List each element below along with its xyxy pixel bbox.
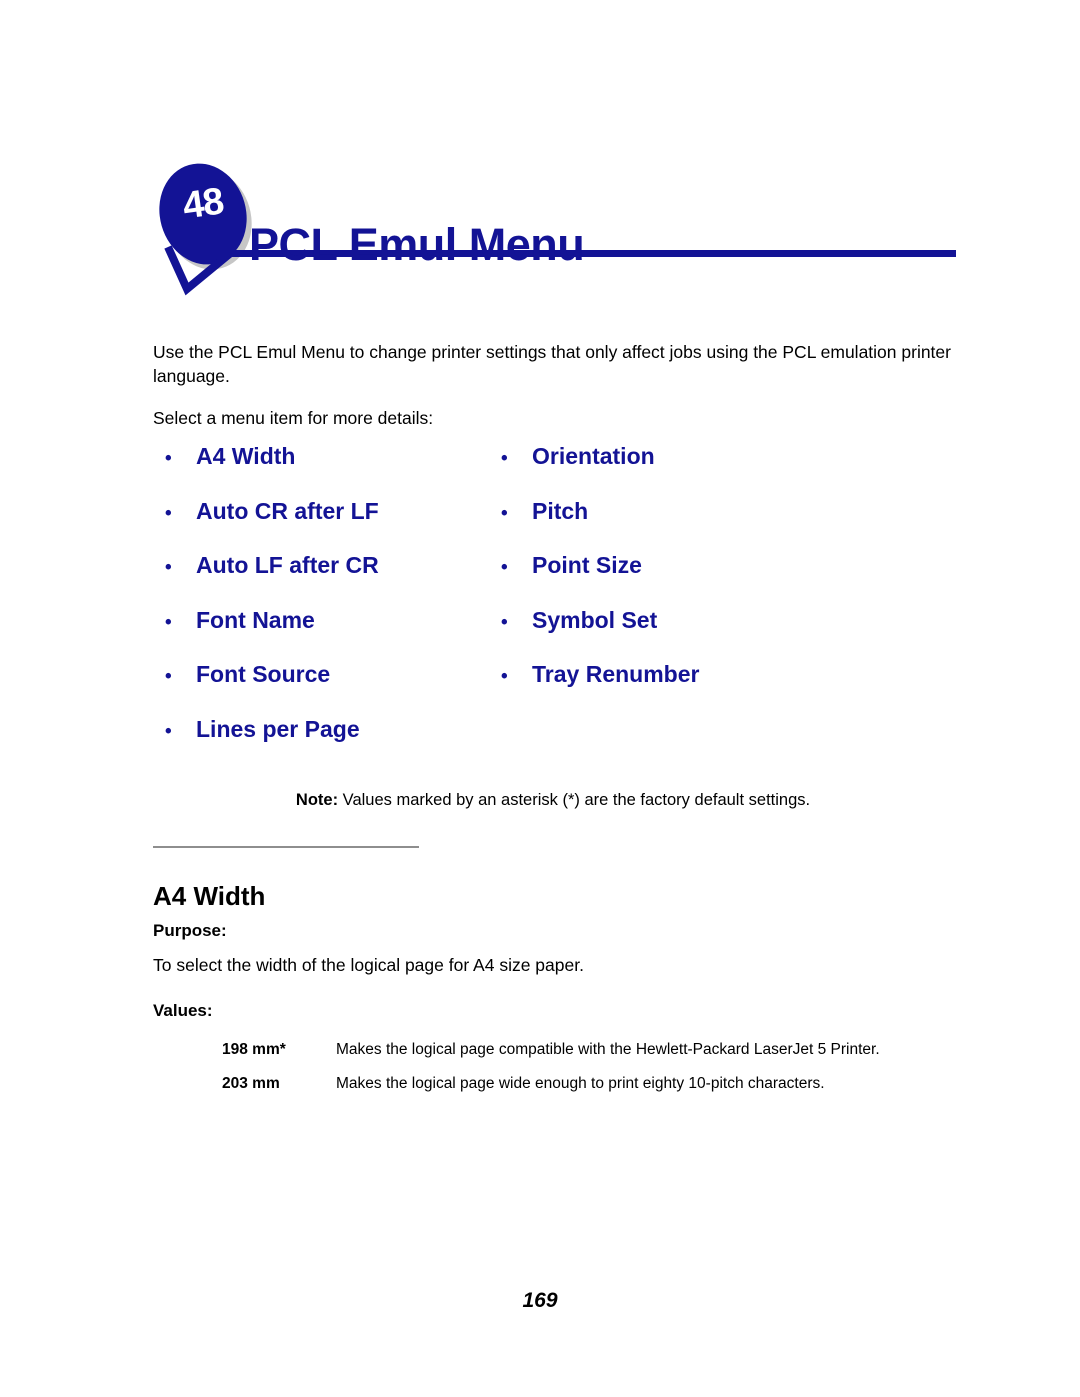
chapter-header-banner: 48 PCL Emul Menu xyxy=(0,0,1080,320)
value-description: Makes the logical page compatible with t… xyxy=(336,1041,880,1058)
menu-link-orientation[interactable]: • Orientation xyxy=(501,443,901,498)
bullet-icon: • xyxy=(165,666,172,688)
menu-link-lines-per-page[interactable]: • Lines per Page xyxy=(165,716,505,771)
menu-link-label: Auto LF after CR xyxy=(196,552,379,579)
header-decoration-graphic xyxy=(159,163,956,296)
menu-link-label: Pitch xyxy=(532,497,589,524)
value-name: 203 mm xyxy=(222,1075,280,1092)
page-number: 169 xyxy=(522,1289,558,1312)
bullet-icon: • xyxy=(501,557,508,579)
bullet-icon: • xyxy=(165,502,172,524)
value-description: Makes the logical page wide enough to pr… xyxy=(336,1075,825,1092)
value-name: 198 mm* xyxy=(222,1041,286,1058)
bullet-icon: • xyxy=(165,611,172,633)
page-title: PCL Emul Menu xyxy=(249,219,585,271)
bullet-icon: • xyxy=(165,448,172,469)
menu-links-right-column: • Orientation • Pitch • Point Size • Sym… xyxy=(501,443,901,716)
factory-default-note: Note: Values marked by an asterisk (*) a… xyxy=(153,789,953,811)
menu-link-pitch[interactable]: • Pitch xyxy=(501,498,901,553)
menu-link-label: Point Size xyxy=(532,552,642,579)
values-label: Values: xyxy=(153,1001,213,1020)
menu-link-auto-cr-after-lf[interactable]: • Auto CR after LF xyxy=(165,498,505,553)
menu-link-label: A4 Width xyxy=(196,443,296,469)
purpose-description: To select the width of the logical page … xyxy=(153,955,584,975)
bullet-icon: • xyxy=(501,611,508,633)
values-table: 198 mm* Makes the logical page compatibl… xyxy=(222,1039,882,1107)
menu-link-label: Symbol Set xyxy=(532,606,658,633)
intro-section: Use the PCL Emul Menu to change printer … xyxy=(153,340,953,430)
bullet-icon: • xyxy=(501,666,508,688)
menu-link-label: Auto CR after LF xyxy=(196,497,379,524)
chapter-number-badge-label: 48 xyxy=(180,180,226,228)
bullet-icon: • xyxy=(501,448,508,469)
intro-paragraph: Use the PCL Emul Menu to change printer … xyxy=(153,342,951,386)
menu-link-font-source[interactable]: • Font Source xyxy=(165,661,505,716)
menu-link-label: Orientation xyxy=(532,443,655,469)
menu-link-a4-width[interactable]: • A4 Width xyxy=(165,443,505,498)
menu-links-left-column: • A4 Width • Auto CR after LF • Auto LF … xyxy=(165,443,505,771)
purpose-label: Purpose: xyxy=(153,921,227,940)
menu-link-tray-renumber[interactable]: • Tray Renumber xyxy=(501,661,901,716)
menu-link-auto-lf-after-cr[interactable]: • Auto LF after CR xyxy=(165,552,505,607)
menu-link-point-size[interactable]: • Point Size xyxy=(501,552,901,607)
table-row: 203 mm Makes the logical page wide enoug… xyxy=(222,1073,882,1107)
menu-link-font-name[interactable]: • Font Name xyxy=(165,607,505,662)
note-label: Note: xyxy=(295,791,339,809)
menu-link-label: Font Name xyxy=(196,606,315,633)
intro-instruction: Select a menu item for more details: xyxy=(153,408,434,428)
bullet-icon: • xyxy=(165,720,172,742)
section-heading-a4-width: A4 Width xyxy=(153,880,266,911)
menu-link-symbol-set[interactable]: • Symbol Set xyxy=(501,607,901,662)
menu-link-label: Lines per Page xyxy=(196,715,360,742)
menu-link-label: Font Source xyxy=(196,661,331,688)
bullet-icon: • xyxy=(165,557,172,579)
note-text: Values marked by an asterisk (*) are the… xyxy=(342,791,811,809)
menu-link-label: Tray Renumber xyxy=(532,661,700,688)
table-row: 198 mm* Makes the logical page compatibl… xyxy=(222,1039,882,1073)
bullet-icon: • xyxy=(501,502,508,524)
section-divider-rule xyxy=(153,846,419,848)
menu-item-link-list: • A4 Width • Auto CR after LF • Auto LF … xyxy=(153,443,953,763)
